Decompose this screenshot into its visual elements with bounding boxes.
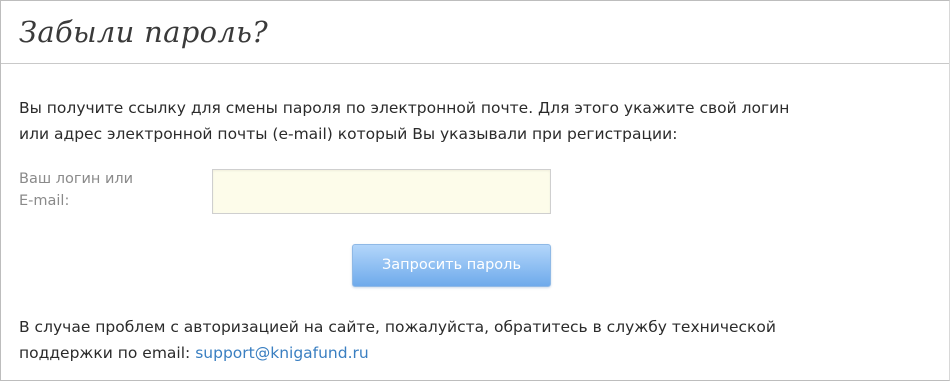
login-field-label: Ваш логин или E-mail: (19, 168, 189, 212)
intro-line-1: Вы получите ссылку для смены пароля по э… (19, 99, 790, 117)
help-text: В случае проблем с авторизацией на сайте… (19, 314, 939, 366)
login-label-line-1: Ваш логин или (19, 171, 134, 187)
support-email-link[interactable]: support@knigafund.ru (195, 344, 369, 362)
help-line-1: В случае проблем с авторизацией на сайте… (19, 318, 776, 336)
request-password-button[interactable]: Запросить пароль (352, 244, 551, 287)
login-label-line-2: E-mail: (19, 193, 70, 209)
page-title: Забыли пароль? (19, 15, 269, 49)
intro-line-2: или адрес электронной почты (e-mail) кот… (19, 125, 678, 143)
panel-header: Забыли пароль? (1, 1, 949, 64)
login-or-email-input[interactable] (212, 169, 551, 214)
forgot-password-panel: Забыли пароль? Вы получите ссылку для см… (0, 0, 950, 381)
intro-text: Вы получите ссылку для смены пароля по э… (19, 95, 939, 147)
help-line-2-prefix: поддержки по email: (19, 344, 196, 362)
